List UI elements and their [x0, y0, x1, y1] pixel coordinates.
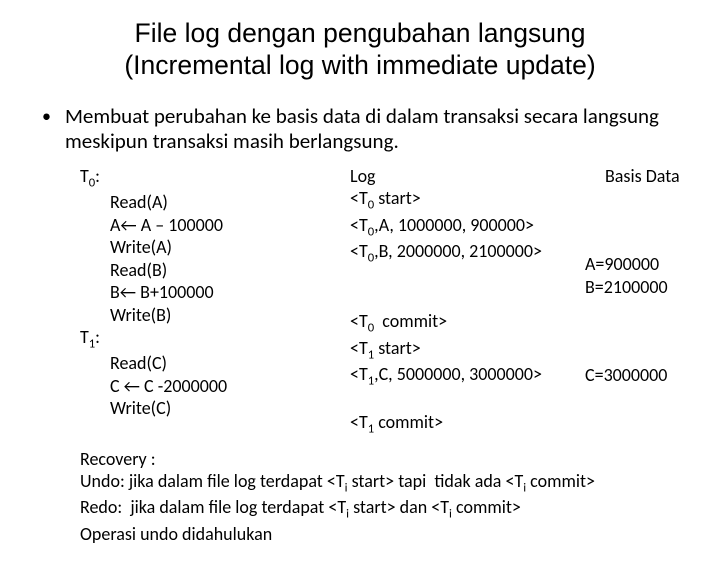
log-column: Log <T0 start> <T0,A, 1000000, 900000> <…	[350, 165, 585, 438]
log-title: Log	[350, 165, 585, 188]
op-line: Write(A)	[110, 236, 350, 259]
title-line2: (Incremental log with immediate update)	[124, 50, 595, 80]
basis-data-column: Basis Data A=900000 B=2100000 C=3000000	[585, 165, 680, 438]
transaction-column: T0: Read(A) A← A – 100000 Write(A) Read(…	[80, 165, 350, 438]
op-line: Read(C)	[110, 352, 350, 375]
basis-title: Basis Data	[585, 165, 680, 188]
basis-value: B=2100000	[585, 276, 680, 299]
log-line: <T1 commit>	[350, 411, 585, 437]
log-line: <T0 commit>	[350, 310, 585, 336]
recovery-title: Recovery :	[80, 448, 680, 471]
op-line: C ← C -2000000	[110, 375, 350, 398]
recovery-block: Recovery : Undo: jika dalam file log ter…	[80, 448, 680, 546]
basis-value: A=900000	[585, 253, 680, 276]
t1-label: T1:	[80, 326, 350, 352]
log-line: <T1,C, 5000000, 3000000>	[350, 363, 585, 389]
op-line: Read(A)	[110, 191, 350, 214]
bullet-dot: •	[42, 104, 51, 129]
op-line: B← B+100000	[110, 281, 350, 304]
t0-label: T0:	[80, 165, 350, 191]
op-line: A← A – 100000	[110, 214, 350, 237]
log-line: <T1 start>	[350, 337, 585, 363]
title-line1: File log dengan pengubahan langsung	[135, 18, 586, 48]
log-line: <T0,A, 1000000, 900000>	[350, 214, 585, 240]
recovery-line: Undo: jika dalam file log terdapat <Ti s…	[80, 470, 680, 496]
bullet-item: • Membuat perubahan ke basis data di dal…	[42, 104, 680, 155]
op-line: Read(B)	[110, 259, 350, 282]
t0-ops: Read(A) A← A – 100000 Write(A) Read(B) B…	[110, 191, 350, 326]
op-line: Write(B)	[110, 304, 350, 327]
slide-title: File log dengan pengubahan langsung (Inc…	[40, 18, 680, 82]
content-area: T0: Read(A) A← A – 100000 Write(A) Read(…	[80, 165, 680, 545]
log-line: <T0 start>	[350, 187, 585, 213]
recovery-line: Redo: jika dalam file log terdapat <Ti s…	[80, 496, 680, 522]
op-line: Write(C)	[110, 397, 350, 420]
recovery-line: Operasi undo didahulukan	[80, 523, 680, 546]
basis-value: C=3000000	[585, 364, 680, 387]
log-line: <T0,B, 2000000, 2100000>	[350, 240, 585, 266]
bullet-text: Membuat perubahan ke basis data di dalam…	[65, 104, 680, 155]
t1-ops: Read(C) C ← C -2000000 Write(C)	[110, 352, 350, 420]
